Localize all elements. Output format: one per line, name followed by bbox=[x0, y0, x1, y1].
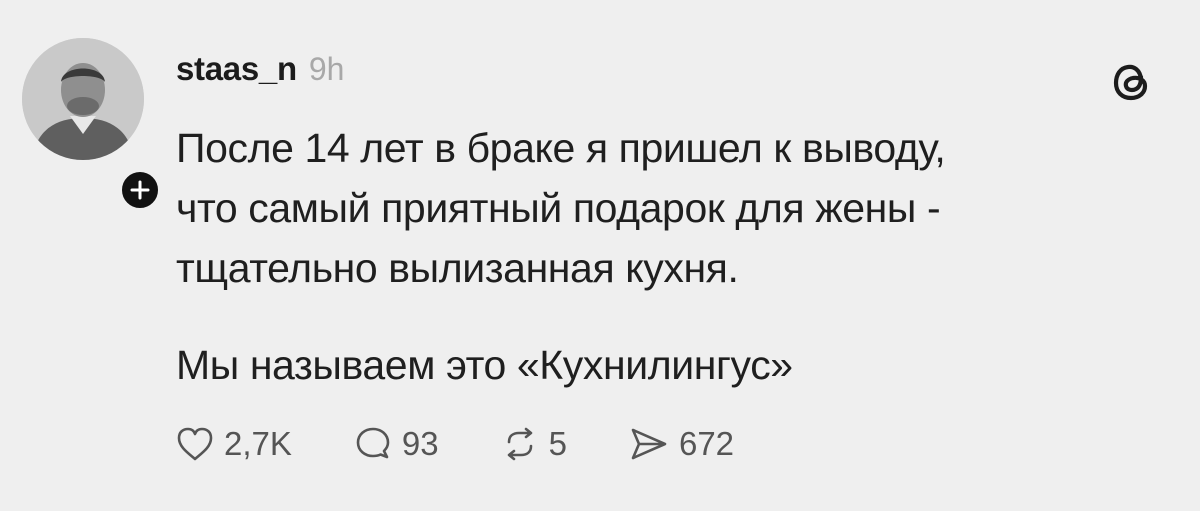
avatar-container bbox=[22, 38, 162, 212]
share-count: 672 bbox=[678, 425, 735, 462]
like-count: 2,7K bbox=[224, 425, 292, 462]
avatar-photo bbox=[22, 38, 144, 160]
threads-icon[interactable] bbox=[1108, 58, 1156, 106]
repost-button[interactable]: 5 bbox=[501, 425, 567, 463]
share-button[interactable]: 672 bbox=[629, 425, 734, 463]
repost-count: 5 bbox=[548, 425, 567, 462]
follow-plus-button[interactable] bbox=[118, 168, 162, 212]
post-text-line: тщательно вылизанная кухня. bbox=[176, 245, 739, 291]
username[interactable]: staas_n bbox=[176, 50, 297, 88]
post-text-line: После 14 лет в браке я пришел к выводу, bbox=[176, 125, 946, 171]
repost-icon bbox=[507, 427, 532, 461]
like-button[interactable]: 2,7K bbox=[176, 425, 292, 463]
heart-icon bbox=[177, 427, 213, 461]
post-header: staas_n 9h bbox=[176, 50, 344, 88]
post-text: После 14 лет в браке я пришел к выводу, … bbox=[176, 118, 1156, 298]
threads-post: staas_n 9h После 14 лет в браке я пришел… bbox=[0, 0, 1200, 511]
action-bar: 2,7K 93 5 672 bbox=[176, 425, 796, 463]
reply-count: 93 bbox=[401, 425, 439, 462]
send-icon bbox=[631, 428, 667, 460]
comment-icon bbox=[356, 427, 390, 459]
plus-icon bbox=[130, 180, 150, 200]
reply-button[interactable]: 93 bbox=[354, 425, 439, 463]
avatar[interactable] bbox=[22, 38, 144, 160]
post-time: 9h bbox=[308, 51, 345, 87]
post-text-second-paragraph: Мы называем это «Кухнилингус» bbox=[176, 342, 793, 388]
post-text-line: что самый приятный подарок для жены - bbox=[176, 185, 941, 231]
